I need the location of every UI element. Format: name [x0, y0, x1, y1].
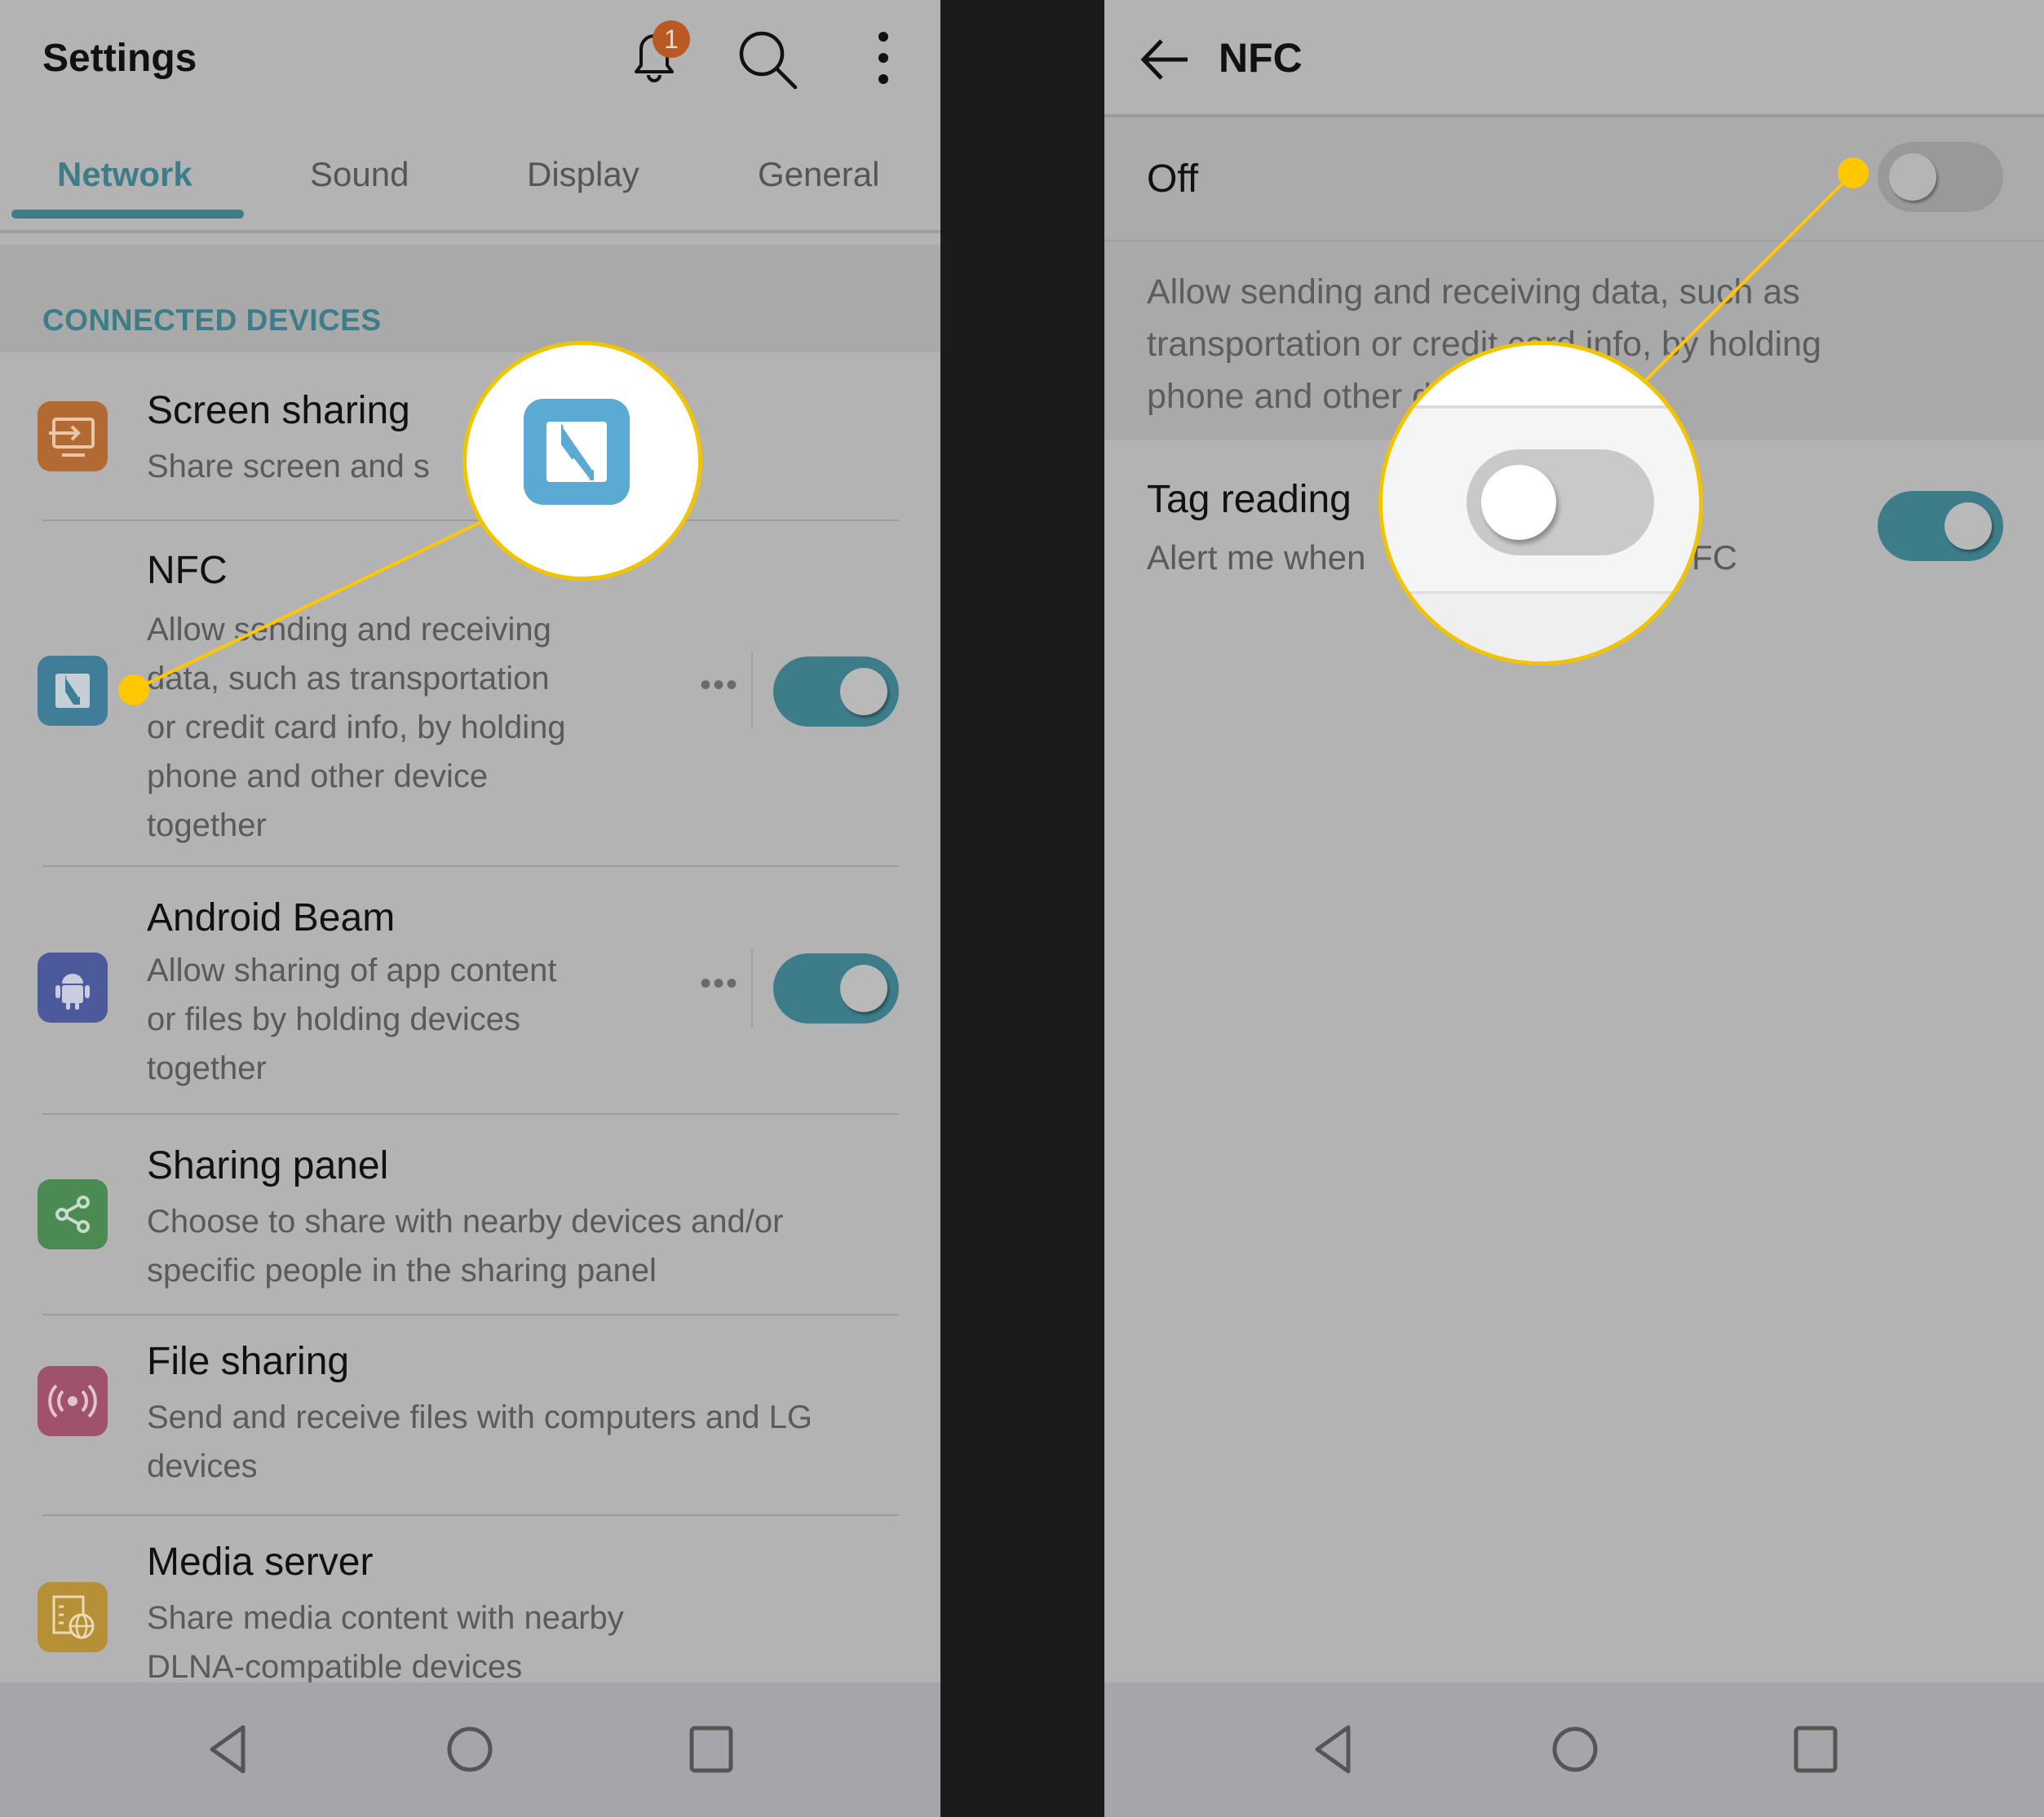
list-item-file-sharing[interactable]: File sharing Send and receive files with…	[0, 1315, 940, 1515]
navigation-bar	[0, 1682, 940, 1817]
item-title: Sharing panel	[147, 1144, 389, 1187]
item-desc-line: DLNA-compatible devices	[147, 1649, 523, 1682]
nfc-icon-large	[524, 399, 630, 505]
screenshot-divider	[940, 0, 1104, 1817]
item-desc-line: Share media content with nearby	[147, 1600, 624, 1636]
list-item-media-server[interactable]: Media server Share media content with ne…	[0, 1515, 940, 1682]
item-desc-line: Allow sharing of app content	[147, 953, 557, 988]
home-icon[interactable]	[1551, 1723, 1599, 1775]
item-desc-line: or files by holding devices	[147, 1001, 521, 1037]
broadcast-icon	[38, 1366, 108, 1436]
nfc-settings-screen: NFC Off Allow sending and receiving data…	[1104, 0, 2044, 1817]
mag-top	[1383, 345, 1699, 405]
recents-icon[interactable]	[1791, 1723, 1840, 1775]
item-desc-line: together	[147, 1050, 267, 1086]
item-title: File sharing	[147, 1340, 350, 1383]
share-icon	[38, 1179, 108, 1249]
recents-icon[interactable]	[687, 1723, 736, 1775]
toggle-knob	[840, 965, 887, 1012]
item-desc-line: devices	[147, 1448, 258, 1484]
home-icon[interactable]	[445, 1723, 494, 1775]
magnifier-toggle	[1378, 341, 1703, 665]
back-icon[interactable]	[206, 1723, 254, 1775]
android-beam-toggle[interactable]	[773, 953, 899, 1023]
navigation-bar	[1104, 1682, 2044, 1817]
toggle-off-large	[1467, 449, 1654, 555]
callout-dot	[1838, 157, 1869, 188]
vertical-divider	[751, 949, 753, 1028]
android-icon	[38, 953, 108, 1023]
list-item-android-beam[interactable]: Android Beam Allow sharing of app conten…	[0, 866, 940, 1114]
magnifier-nfc	[462, 341, 702, 581]
item-title: Media server	[147, 1541, 374, 1584]
media-server-icon	[38, 1582, 108, 1652]
item-desc-line: Choose to share with nearby devices and/…	[147, 1204, 784, 1240]
item-desc-line: Send and receive files with computers an…	[147, 1399, 812, 1435]
item-desc-line: specific people in the sharing panel	[147, 1253, 657, 1289]
more-options-button[interactable]: •••	[700, 966, 739, 1002]
toggle-knob-large	[1481, 465, 1556, 540]
settings-screen: Settings 1 Network Sound Display General…	[0, 0, 940, 1817]
list-item-sharing-panel[interactable]: Sharing panel Choose to share with nearb…	[0, 1114, 940, 1315]
mag-bottom	[1383, 594, 1699, 661]
back-icon[interactable]	[1311, 1723, 1360, 1775]
item-title: Android Beam	[147, 896, 396, 939]
callout-dot	[118, 674, 149, 705]
